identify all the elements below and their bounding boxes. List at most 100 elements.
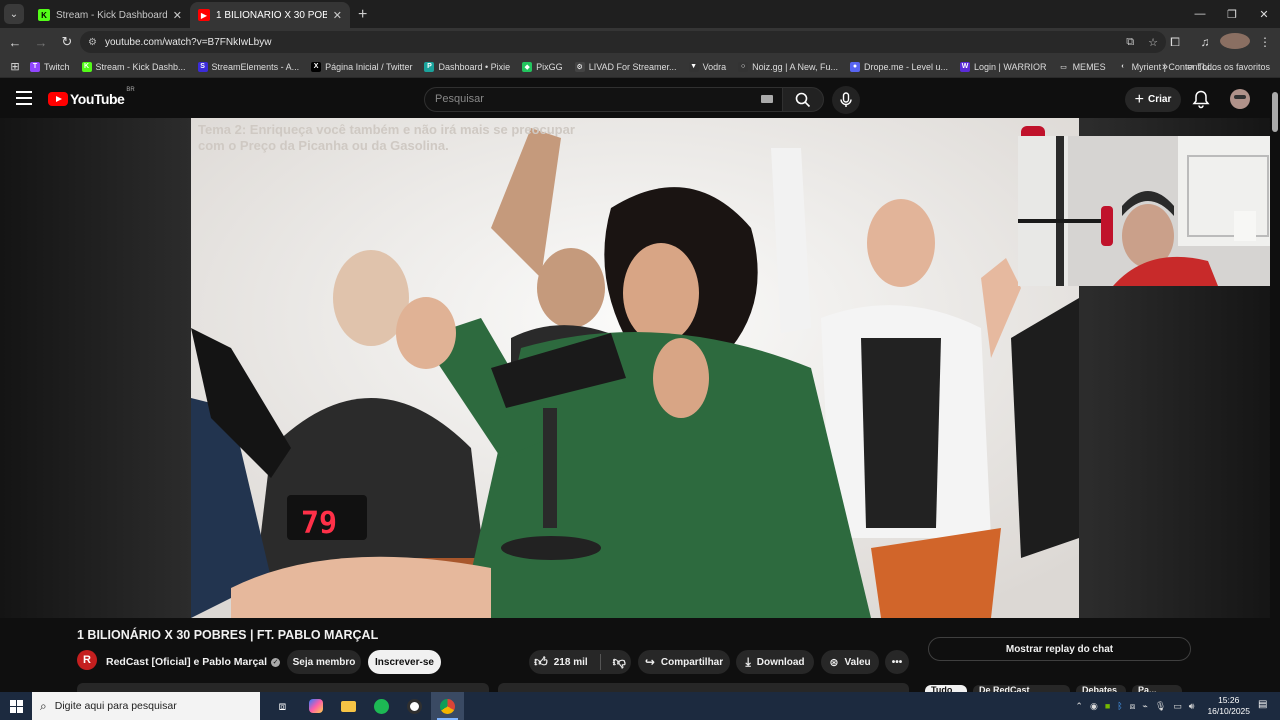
notification-center-icon[interactable]: ▤: [1258, 699, 1272, 713]
profile-avatar[interactable]: [1220, 32, 1250, 52]
bookmark-item[interactable]: ◆ PixGG: [522, 61, 563, 72]
more-menu-icon[interactable]: ⋮: [1250, 35, 1280, 49]
close-tab-icon[interactable]: ✕: [333, 9, 342, 22]
webcam-overlay: [1018, 136, 1280, 286]
scrollbar-thumb[interactable]: [1272, 92, 1278, 132]
create-button[interactable]: + Criar: [1125, 87, 1181, 112]
back-button[interactable]: ←: [3, 30, 27, 54]
media-control-icon[interactable]: ♫: [1190, 35, 1220, 49]
more-actions-button[interactable]: •••: [885, 650, 909, 674]
taskbar-file-explorer[interactable]: [332, 692, 365, 720]
chrome-icon: [440, 698, 455, 714]
bluetooth-icon[interactable]: ᛒ: [1117, 701, 1122, 711]
bookmark-item[interactable]: ○ Noiz.gg | A New, Fu...: [738, 61, 838, 72]
keyboard-icon[interactable]: [761, 95, 773, 103]
restore-button[interactable]: ❐: [1216, 0, 1248, 28]
start-button[interactable]: [0, 692, 32, 720]
show-chat-replay-button[interactable]: Mostrar replay do chat: [928, 637, 1191, 661]
account-avatar[interactable]: [1230, 89, 1250, 109]
channel-avatar[interactable]: R: [77, 650, 97, 670]
forward-button[interactable]: →: [29, 30, 53, 54]
steam-icon[interactable]: ◉: [1090, 701, 1098, 712]
youtube-logo[interactable]: YouTube BR: [48, 87, 135, 107]
page-scrollbar[interactable]: [1270, 80, 1280, 690]
screen: ⌄ K Stream - Kick Dashboard ✕ ▶ 1 BILION…: [0, 0, 1280, 720]
reload-button[interactable]: ↻: [55, 30, 79, 54]
chevron-down-icon: ⌄: [9, 8, 19, 20]
bookmark-favicon-icon: W: [960, 61, 971, 72]
subscribe-button[interactable]: Inscrever-se: [368, 650, 441, 674]
youtube-icon: ▶: [198, 9, 210, 21]
voice-search-button[interactable]: [832, 86, 860, 114]
caption-line-2: com o Preço da Picanha ou da Gasolina.: [198, 138, 449, 153]
network-icon[interactable]: ⧈: [1130, 701, 1136, 712]
install-app-icon[interactable]: ⧉: [1126, 36, 1134, 49]
usb-icon[interactable]: ⌁: [1142, 701, 1147, 712]
taskbar-chrome[interactable]: [431, 692, 464, 720]
like-count: 218 mil: [553, 656, 588, 668]
extensions-icon[interactable]: ⧠: [1160, 35, 1190, 50]
plus-icon: +: [1134, 90, 1144, 108]
chat-replay-label: Mostrar replay do chat: [1005, 643, 1114, 655]
bookmark-item[interactable]: ● Drope.me - Level u...: [849, 61, 948, 72]
youtube-header: YouTube BR Pesquisar + Criar: [0, 80, 1280, 118]
close-tab-icon[interactable]: ✕: [173, 9, 182, 22]
apps-grid-icon[interactable]: ⊞: [0, 60, 30, 73]
join-membership-button[interactable]: Seja membro: [287, 650, 361, 674]
channel-avatar-letter: R: [83, 654, 91, 666]
bookmark-item[interactable]: P Dashboard • Pixie: [424, 61, 510, 72]
bookmark-favicon-icon: ⚙: [574, 61, 585, 72]
share-button[interactable]: ↪ Compartilhar: [638, 650, 730, 674]
verified-badge-icon: ✓: [271, 657, 281, 667]
notifications-bell-icon[interactable]: [1191, 89, 1211, 109]
mic-tray-icon[interactable]: 🎙︎: [1155, 701, 1166, 712]
tab-youtube-video[interactable]: ▶ 1 BILIONÁRIO X 30 POBRES | FT. ✕: [190, 2, 350, 28]
tab-kick-dashboard[interactable]: K Stream - Kick Dashboard ✕: [30, 2, 190, 28]
folder-icon: [341, 700, 356, 712]
channel-name-link[interactable]: RedCast [Oficial] e Pablo Marçal ✓: [106, 656, 281, 668]
task-view-button[interactable]: ⧈: [266, 692, 299, 720]
taskbar-obs[interactable]: [398, 692, 431, 720]
bookmark-item[interactable]: X Página Inicial / Twitter: [311, 61, 412, 72]
bookmark-item[interactable]: ▭ MEMES: [1059, 62, 1105, 72]
like-button[interactable]: 👍︎ 218 mil: [534, 654, 588, 670]
minimize-button[interactable]: —: [1184, 0, 1216, 28]
taskbar-search-input[interactable]: ⌕ Digite aqui para pesquisar: [32, 692, 260, 720]
taskbar-spotify[interactable]: [365, 692, 398, 720]
video-player[interactable]: 79 Tema 2: Enriqueça você também e não i…: [191, 118, 1079, 618]
bookmark-item[interactable]: ⚙ LIVAD For Streamer...: [574, 61, 677, 72]
windows-taskbar: ⌕ Digite aqui para pesquisar ⧈ ⌃ ◉ ■ ᛒ ⧈…: [0, 692, 1280, 720]
volume-icon[interactable]: 🔊︎: [1189, 701, 1195, 712]
address-bar[interactable]: ⚙ youtube.com/watch?v=B7FNkIwLbyw ⧉ ☆: [80, 31, 1166, 53]
bookmark-item[interactable]: ▼ Vodra: [688, 61, 726, 72]
bookmark-star-icon[interactable]: ☆: [1148, 36, 1158, 49]
bookmark-label: PixGG: [536, 61, 563, 72]
download-button[interactable]: ⤓ Download: [736, 650, 814, 674]
search-button[interactable]: [782, 87, 824, 112]
bookmark-item[interactable]: K Stream - Kick Dashb...: [81, 61, 186, 72]
bookmark-favicon-icon: ▼: [688, 61, 699, 72]
clock[interactable]: 15:26 16/10/2025: [1207, 695, 1250, 717]
tray-overflow-icon[interactable]: ⌃: [1075, 701, 1083, 712]
taskbar-copilot[interactable]: [299, 692, 332, 720]
tab-search-button[interactable]: ⌄: [4, 4, 24, 24]
dislike-button[interactable]: 👎︎: [613, 654, 626, 670]
video-frame: 79: [191, 118, 1079, 618]
bookmark-item[interactable]: W Login | WARRIOR: [960, 61, 1047, 72]
new-tab-button[interactable]: +: [358, 6, 367, 24]
bookmark-item[interactable]: S StreamElements - A...: [197, 61, 299, 72]
task-view-icon: ⧈: [278, 698, 287, 713]
thanks-button[interactable]: ⊛ Valeu: [821, 650, 879, 674]
wifi-icon[interactable]: ▭: [1173, 701, 1182, 712]
site-info-icon[interactable]: ⚙: [88, 37, 97, 48]
menu-icon[interactable]: [16, 91, 32, 105]
nvidia-icon[interactable]: ■: [1105, 701, 1110, 711]
more-bookmarks-icon[interactable]: »: [1162, 61, 1168, 73]
search-input[interactable]: Pesquisar: [424, 87, 786, 112]
all-bookmarks-folder[interactable]: ▭ Todos os favoritos: [1185, 61, 1270, 72]
bookmark-item[interactable]: T Twitch: [30, 61, 70, 72]
bookmark-label: LIVAD For Streamer...: [588, 61, 677, 72]
close-window-button[interactable]: ✕: [1248, 0, 1280, 28]
video-overlay-caption: Tema 2: Enriqueça você também e não irá …: [198, 122, 575, 154]
search-icon: [795, 92, 811, 107]
